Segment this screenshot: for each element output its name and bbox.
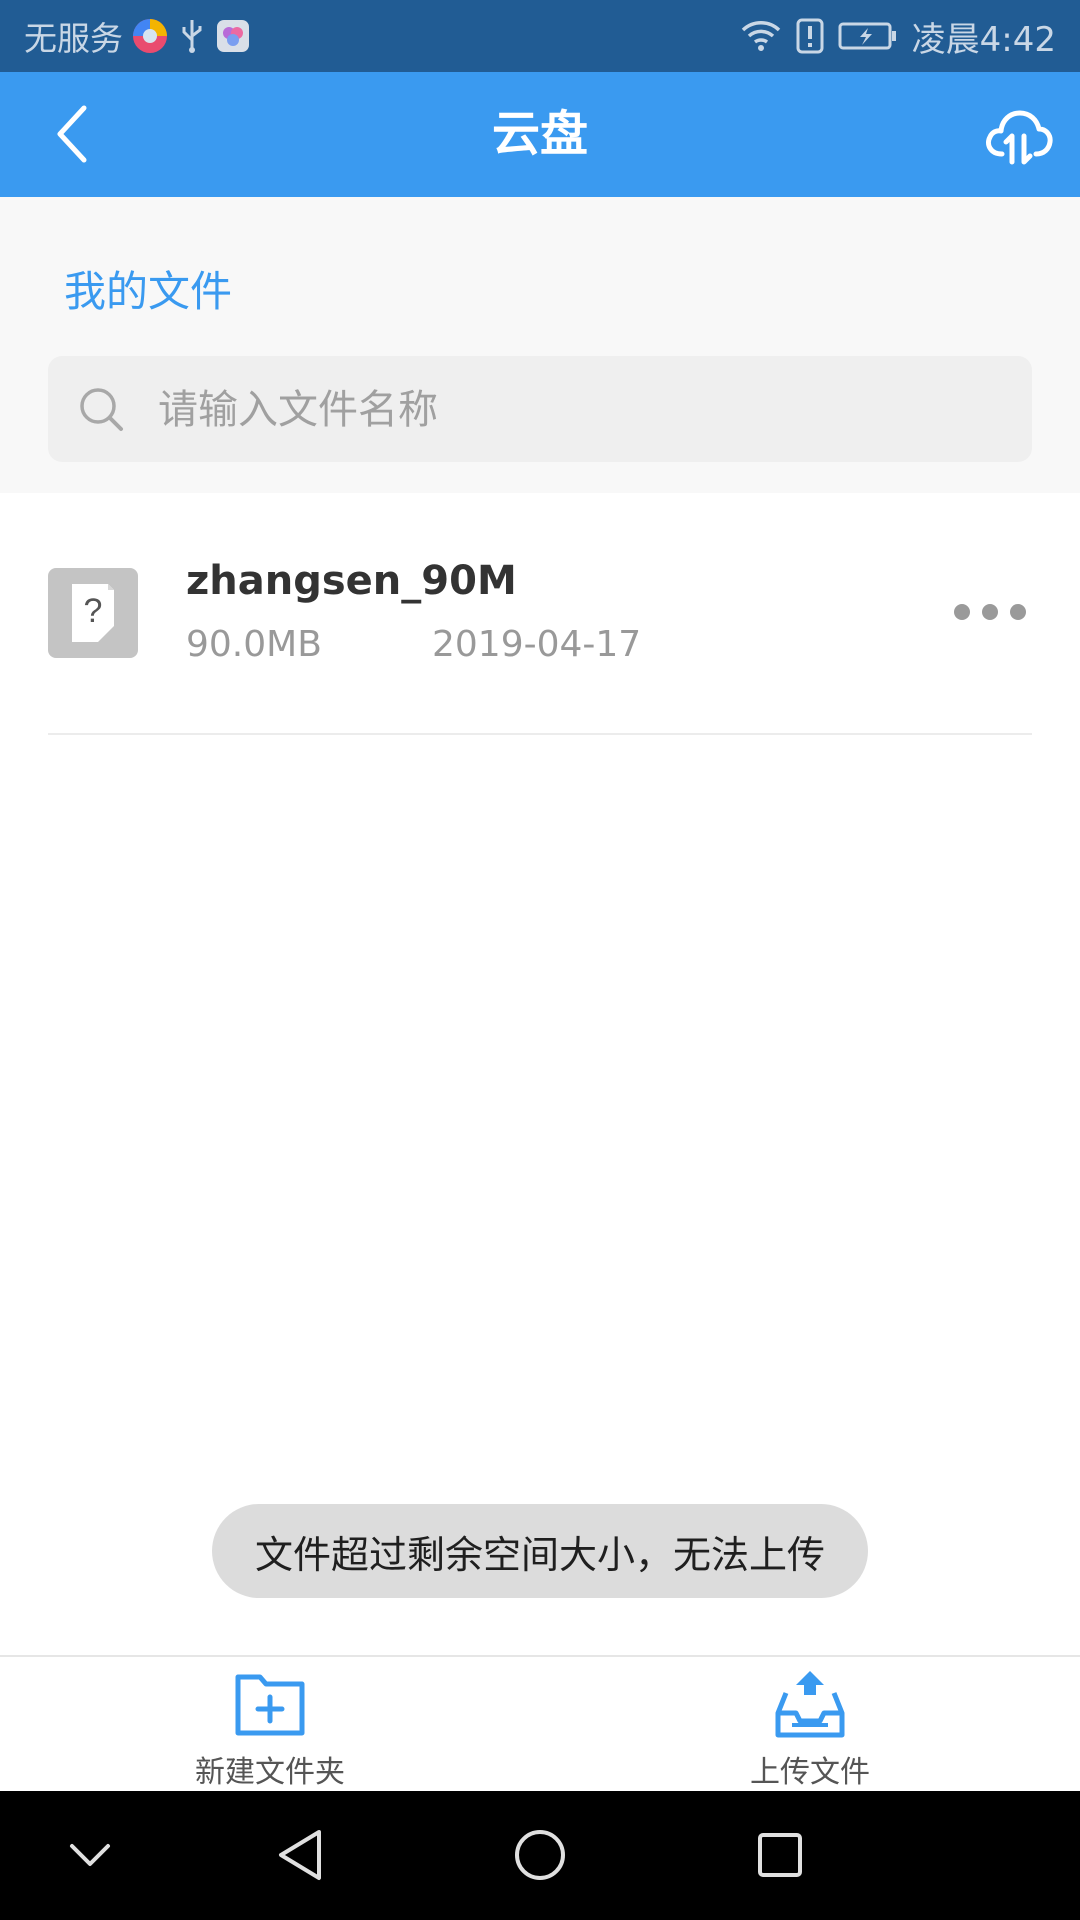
svg-text:?: ? <box>84 592 103 630</box>
new-folder-button[interactable]: 新建文件夹 <box>120 1657 420 1793</box>
usb-icon <box>177 18 207 54</box>
search-icon <box>80 388 123 431</box>
list-divider <box>48 733 1032 735</box>
battery-charging-icon <box>838 21 898 51</box>
app-header: 云盘 <box>0 72 1080 197</box>
file-list-item[interactable]: ? zhangsen_90M 90.0MB 2019-04-17 <box>0 530 1080 734</box>
toast-message: 文件超过剩余空间大小，无法上传 <box>212 1504 868 1598</box>
new-folder-icon <box>235 1674 305 1736</box>
system-nav-bar <box>0 1791 1080 1920</box>
square-recents-icon <box>758 1833 802 1877</box>
file-size: 90.0MB <box>186 624 322 665</box>
status-left: 无服务 <box>24 0 251 72</box>
alert-icon <box>796 18 824 54</box>
nav-recents-button[interactable] <box>744 1819 816 1891</box>
page-title: 云盘 <box>491 106 588 162</box>
chevron-left-icon <box>57 105 87 163</box>
status-right: 凌晨4:42 <box>740 0 1056 72</box>
upload-file-label: 上传文件 <box>750 1755 870 1790</box>
cloud-transfer-button[interactable] <box>982 100 1054 172</box>
circle-home-icon <box>515 1830 565 1880</box>
nav-hide-button[interactable] <box>54 1819 126 1891</box>
search-input[interactable] <box>156 356 1010 464</box>
unknown-file-icon: ? <box>48 568 138 658</box>
status-bar: 无服务 凌晨4:42 <box>0 0 1080 72</box>
cloud-transfer-icon <box>986 110 1053 165</box>
carrier-text: 无服务 <box>24 19 123 58</box>
triangle-back-icon <box>279 1830 321 1880</box>
app-icon <box>215 18 251 54</box>
more-dot-icon <box>954 604 970 620</box>
chevron-down-icon <box>70 1844 110 1866</box>
search-box[interactable] <box>48 356 1032 464</box>
nav-home-button[interactable] <box>504 1819 576 1891</box>
browser-app-icon <box>131 17 169 55</box>
back-button[interactable] <box>40 102 104 166</box>
more-options-button[interactable] <box>954 590 1026 634</box>
more-dot-icon <box>982 604 998 620</box>
upload-file-button[interactable]: 上传文件 <box>660 1657 960 1793</box>
section-title: 我的文件 <box>64 267 233 316</box>
wifi-icon <box>740 19 782 53</box>
new-folder-label: 新建文件夹 <box>195 1755 345 1790</box>
upload-tray-icon <box>775 1671 845 1738</box>
nav-back-button[interactable] <box>264 1819 336 1891</box>
more-dot-icon <box>1010 604 1026 620</box>
file-date: 2019-04-17 <box>432 624 642 665</box>
bottom-action-bar: 新建文件夹 上传文件 <box>0 1655 1080 1793</box>
clock-text: 凌晨4:42 <box>911 19 1056 60</box>
file-name: zhangsen_90M <box>186 558 517 604</box>
